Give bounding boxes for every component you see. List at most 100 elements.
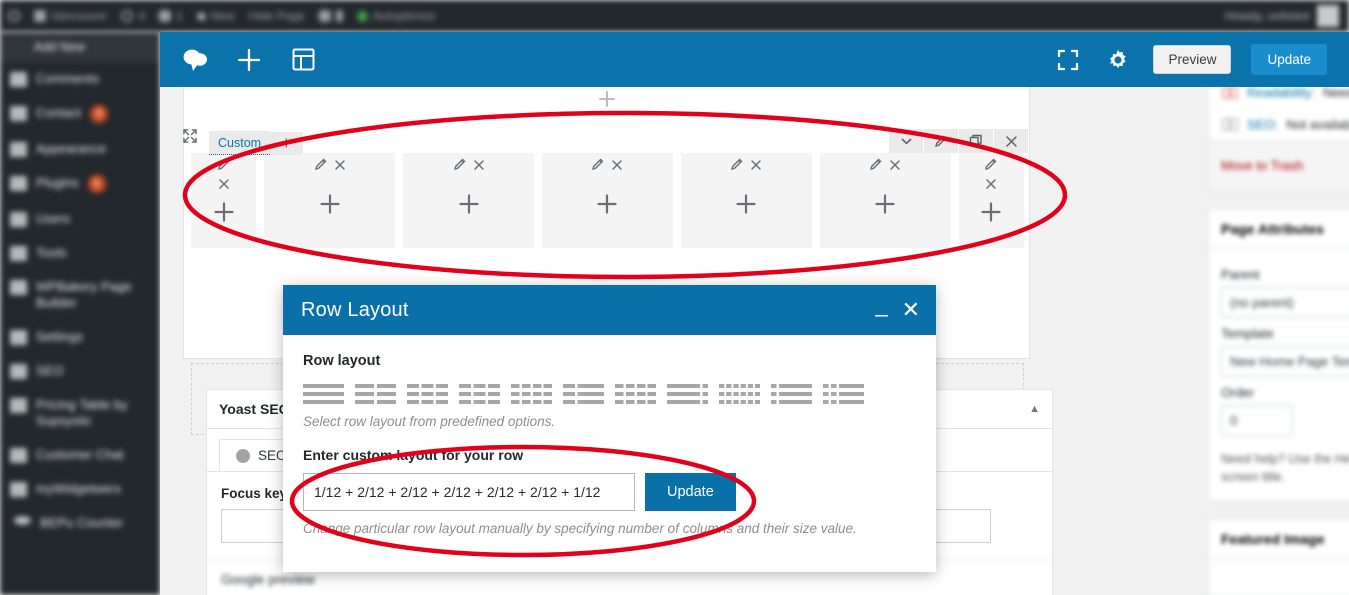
sidebar-item-seo[interactable]: SEO	[0, 354, 160, 388]
wpbakery-logo-icon[interactable]	[180, 45, 210, 75]
parent-select[interactable]: (no parent) ▾	[1221, 287, 1349, 318]
seo-label[interactable]: SEO:	[1247, 117, 1278, 132]
template-select[interactable]: New Home Page Template - 2020 ▾	[1221, 346, 1349, 377]
preset-mixed[interactable]	[823, 383, 864, 405]
column-add-icon[interactable]	[542, 193, 673, 220]
preset-4-col[interactable]	[459, 383, 500, 405]
sidebar-badge: 6	[87, 175, 106, 193]
fullscreen-icon[interactable]	[1053, 45, 1083, 75]
move-icon[interactable]	[182, 128, 198, 149]
custom-layout-update-button[interactable]: Update	[645, 473, 736, 511]
pencil-icon[interactable]	[217, 157, 231, 176]
column-add-icon[interactable]	[959, 201, 1024, 228]
sidebar-item-appearance[interactable]: Appearance	[0, 132, 160, 166]
sidebar-item-label: myWidgetwerx	[36, 481, 122, 496]
close-icon[interactable]	[473, 158, 485, 176]
builder-column[interactable]	[191, 153, 257, 248]
update-button[interactable]: Update	[1251, 44, 1327, 75]
column-add-icon[interactable]	[403, 193, 534, 220]
close-icon[interactable]	[985, 177, 997, 195]
sidebar-item-comments[interactable]: Comments	[0, 62, 160, 96]
page-title: Yoast SEO	[219, 401, 290, 417]
preset-1-3-2-3[interactable]	[563, 383, 604, 405]
row-tab-custom[interactable]: Custom	[209, 131, 271, 155]
adminbar-hide-page[interactable]: Hide Page	[249, 9, 305, 23]
adminbar-grid-view[interactable]	[318, 10, 343, 22]
custom-layout-input[interactable]: 1/12 + 2/12 + 2/12 + 2/12 + 2/12 + 2/12 …	[303, 473, 635, 511]
page-attributes-header[interactable]: Page Attributes ▲	[1209, 210, 1349, 249]
screen: Vancouver 4 1 New Hide Page Autoptimize …	[0, 0, 1349, 595]
sidebar-item-plugins[interactable]: Plugins 6	[0, 166, 160, 202]
pencil-icon[interactable]	[314, 157, 328, 176]
adminbar-updates[interactable]: 4	[121, 9, 145, 23]
sidebar-item-customer-chat[interactable]: Customer Chat	[0, 438, 160, 472]
featured-image-header[interactable]: Featured Image ▲	[1209, 520, 1349, 559]
plus-icon[interactable]	[234, 45, 264, 75]
preset-3-col[interactable]	[407, 383, 448, 405]
builder-column[interactable]	[958, 153, 1024, 248]
preview-button[interactable]: Preview	[1153, 45, 1232, 74]
builder-column[interactable]	[403, 153, 535, 248]
pencil-icon[interactable]	[591, 157, 605, 176]
readability-label[interactable]: Readability:	[1247, 87, 1315, 100]
adminbar-updates-count: 4	[138, 9, 146, 23]
sidebar-item-page-builder[interactable]: WPBakery Page Builder	[0, 270, 160, 320]
column-add-icon[interactable]	[191, 201, 256, 228]
chevron-up-icon[interactable]: ▲	[1029, 403, 1040, 415]
move-to-trash-link[interactable]: Move to Trash	[1221, 158, 1303, 173]
close-icon[interactable]	[750, 158, 762, 176]
row-tab-add-icon[interactable]: +	[270, 131, 303, 155]
adminbar-site-name[interactable]: Vancouver	[34, 9, 107, 23]
preset-wide-narrow[interactable]	[667, 383, 708, 405]
column-toolbar	[959, 157, 1024, 195]
pencil-icon[interactable]	[984, 157, 998, 176]
adminbar-comments[interactable]: 1	[159, 9, 183, 23]
builder-column[interactable]	[542, 153, 673, 248]
add-row-top-button[interactable]	[184, 87, 1029, 111]
column-add-icon[interactable]	[681, 193, 812, 220]
builder-column[interactable]	[819, 153, 951, 248]
sidebar-item-pricing-table[interactable]: Pricing Table by Supsystic	[0, 388, 160, 438]
preset-narrow-wide[interactable]	[771, 383, 812, 405]
adminbar-wp-logo[interactable]	[8, 10, 20, 22]
pencil-icon[interactable]	[924, 129, 958, 153]
sidebar-item-mywidgetwerx[interactable]: myWidgetwerx	[0, 472, 160, 506]
row-toggle-icon[interactable]	[889, 129, 923, 153]
close-icon[interactable]: ✕	[902, 297, 920, 323]
pencil-icon[interactable]	[730, 157, 744, 176]
preset-2-4-col[interactable]	[511, 383, 552, 405]
featured-image-body	[1209, 559, 1349, 595]
sidebar-item-tools[interactable]: Tools	[0, 236, 160, 270]
sidebar-item-add-new[interactable]: Add New	[0, 32, 160, 62]
order-input[interactable]: 0	[1221, 405, 1293, 436]
pencil-icon[interactable]	[869, 157, 883, 176]
preset-3-3-3-3[interactable]	[615, 383, 656, 405]
gear-icon[interactable]	[1103, 45, 1133, 75]
row-layout-dialog: Row Layout _ ✕ Row layout Select row lay…	[283, 285, 936, 572]
custom-layout-value: 1/12 + 2/12 + 2/12 + 2/12 + 2/12 + 2/12 …	[314, 484, 601, 500]
preset-1-col[interactable]	[303, 383, 344, 405]
column-add-icon[interactable]	[264, 193, 395, 220]
close-icon[interactable]	[218, 177, 230, 195]
column-add-icon[interactable]	[820, 193, 951, 220]
preset-2-col[interactable]	[355, 383, 396, 405]
close-icon[interactable]	[334, 158, 346, 176]
close-icon[interactable]	[611, 158, 623, 176]
sidebar-item-users[interactable]: Users	[0, 202, 160, 236]
sidebar-item-bepu-counter[interactable]: BEPu Counter	[0, 506, 160, 540]
adminbar-autoptimize[interactable]: Autoptimize	[356, 9, 436, 23]
minimize-icon[interactable]: _	[875, 294, 887, 319]
sidebar-item-settings[interactable]: Settings	[0, 320, 160, 354]
sidebar-item-contact[interactable]: Contact 9	[0, 96, 160, 132]
adminbar-account[interactable]: Howdy, unlisted	[1225, 5, 1339, 27]
row-columns	[191, 153, 1024, 248]
builder-column[interactable]	[680, 153, 812, 248]
row-close-icon[interactable]	[994, 129, 1028, 153]
builder-column[interactable]	[264, 153, 396, 248]
adminbar-new-content[interactable]: New	[196, 9, 235, 23]
pencil-icon[interactable]	[453, 157, 467, 176]
copy-icon[interactable]	[959, 129, 993, 153]
preset-6-col[interactable]	[719, 383, 760, 405]
templates-icon[interactable]	[288, 45, 318, 75]
close-icon[interactable]	[889, 158, 901, 176]
